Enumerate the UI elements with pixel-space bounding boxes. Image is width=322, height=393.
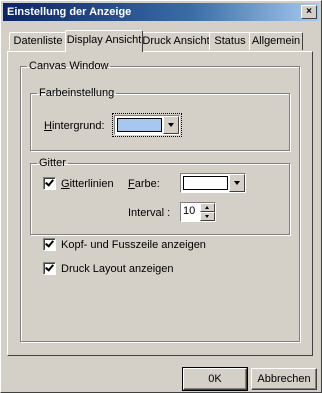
display-ansicht-panel: Canvas Window Farbeinstellung Hintergrun… — [7, 51, 313, 356]
tab-datenliste[interactable]: Datenliste — [9, 32, 67, 50]
kopf-fusszeile-label: Kopf- und Fusszeile anzeigen — [61, 239, 206, 251]
hintergrund-color-swatch — [117, 118, 162, 132]
hintergrund-color-select[interactable] — [112, 113, 182, 137]
tab-allgemein[interactable]: Allgemein — [249, 32, 303, 50]
cancel-button[interactable]: Abbrechen — [251, 368, 317, 390]
druck-layout-label: Druck Layout anzeigen — [61, 263, 174, 275]
spin-up-icon[interactable] — [200, 203, 215, 212]
chevron-down-icon[interactable] — [163, 116, 179, 134]
interval-value[interactable]: 10 — [183, 205, 195, 217]
hintergrund-label: Hintergrund: — [44, 120, 105, 132]
close-button[interactable]: × — [301, 5, 317, 19]
gitter-group: Gitter — [30, 157, 290, 235]
canvas-window-legend: Canvas Window — [29, 60, 109, 72]
tab-druck-ansicht[interactable]: Druck Ansicht — [141, 32, 211, 50]
gitterlinien-label: Gitterlinien — [61, 178, 114, 190]
interval-label: Interval : — [128, 207, 171, 219]
interval-stepper[interactable]: 10 — [180, 202, 216, 222]
title-bar[interactable]: Einstellung der Anzeige × — [3, 3, 319, 21]
tab-status[interactable]: Status — [209, 32, 251, 50]
ok-button[interactable]: 0K — [182, 367, 248, 391]
dialog-window: Einstellung der Anzeige × Datenliste Dis… — [0, 0, 322, 393]
gitterlinien-checkbox[interactable] — [43, 177, 56, 190]
spin-down-icon[interactable] — [200, 212, 215, 221]
gitter-farbe-color-select[interactable] — [180, 173, 246, 193]
farbeinstellung-legend: Farbeinstellung — [39, 87, 115, 99]
chevron-down-icon[interactable] — [229, 174, 245, 192]
farbe-color-swatch — [183, 176, 228, 190]
window-title: Einstellung der Anzeige — [7, 6, 132, 18]
druck-layout-checkbox[interactable] — [43, 262, 56, 275]
farbe-label: Farbe: — [128, 178, 160, 190]
gitter-legend: Gitter — [39, 157, 66, 169]
kopf-fusszeile-checkbox[interactable] — [43, 238, 56, 251]
tab-display-ansicht[interactable]: Display Ansicht — [65, 30, 143, 52]
